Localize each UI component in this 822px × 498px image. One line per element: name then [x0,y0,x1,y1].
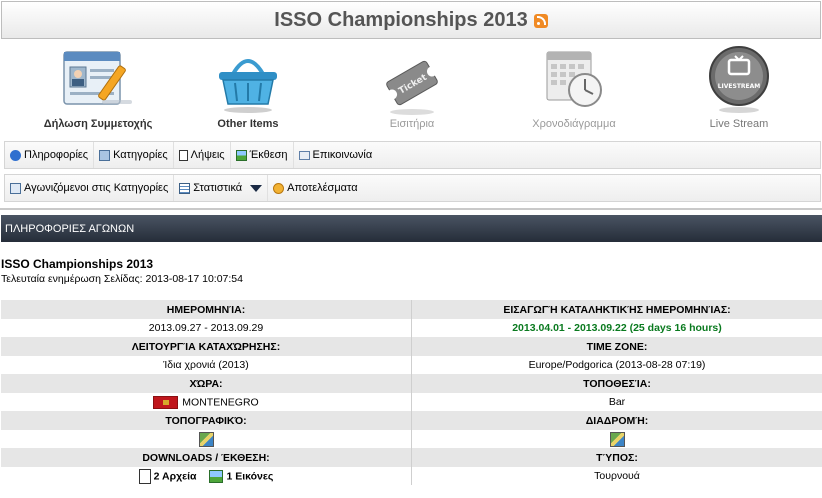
rss-feed-icon[interactable] [533,14,548,28]
section-title: ΠΛΗΡΟΦΟΡΙΕΣ ΑΓΩΝΩΝ [5,222,135,235]
nav-results-label: Αποτελέσματα [287,182,358,194]
info-icon [10,149,21,161]
nav-contact[interactable]: Επικοινωνία [294,142,378,168]
type-value: Τουρνουά [411,467,822,485]
schedule-calendar-clock-icon [546,51,602,107]
event-info-table: ΗΜΕΡΟΜΗΝΊΑ: ΕΙΣΑΓΩΓΉ ΚΑΤΑΛΗΚΤΙΚΉΣ ΗΜΕΡΟΜ… [1,300,822,485]
table-icon [179,182,191,194]
nav-info-label: Πληροφορίες [24,149,89,161]
nav-downloads-label: Λήψεις [190,149,225,161]
date-label: ΗΜΕΡΟΜΗΝΊΑ: [1,300,412,319]
mail-icon [298,150,310,160]
livestream-label: Live Stream [709,118,769,130]
divider [0,208,822,210]
country-label: ΧΏΡΑ: [1,374,412,393]
route-map-icon[interactable] [609,431,625,447]
nav-gallery[interactable]: Έκθεση [231,142,294,168]
image-icon [235,149,247,161]
nav-downloads[interactable]: Λήψεις [174,142,231,168]
deadline-label: ΕΙΣΑΓΩΓΉ ΚΑΤΑΛΗΚΤΙΚΉΣ ΗΜΕΡΟΜΗΝΊΑΣ: [411,300,822,319]
topographic-map-icon[interactable] [198,431,214,447]
results-nav-bar: Αγωνιζόμενοι στις Κατηγορίες Στατιστικά … [4,174,821,202]
downloads-files-link[interactable]: 2 Αρχεία [154,470,197,482]
location-label: ΤΟΠΟΘΕΣΊΑ: [411,374,822,393]
livestream-tv-icon: LIVESTREAM [709,46,769,113]
shopping-basket-icon [219,59,277,113]
event-title: ISSO Championships 2013 [1,257,154,271]
tickets-label: Εισιτήρια [389,118,435,130]
timezone-label: TIME ZONE: [411,337,822,356]
date-value: 2013.09.27 - 2013.09.29 [1,319,412,337]
svg-text:LIVESTREAM: LIVESTREAM [718,83,761,90]
nav-categories[interactable]: Κατηγορίες [94,142,174,168]
page-title: ISSO Championships 2013 [274,8,528,31]
medal-icon [273,182,285,194]
montenegro-flag-icon [153,395,179,409]
section-header: ΠΛΗΡΟΦΟΡΙΕΣ ΑΓΩΝΩΝ [1,215,822,242]
other-items-label: Other Items [217,118,279,130]
type-label: ΤΎΠΟΣ: [411,448,822,467]
topographic-label: ΤΟΠΟΓΡΑΦΙΚΌ: [1,411,412,430]
nav-categories-label: Κατηγορίες [113,149,168,161]
files-icon [138,468,151,484]
nav-statistics[interactable]: Στατιστικά [174,175,269,201]
ticket-icon: Ticket [386,60,438,115]
document-icon [178,149,188,161]
folder-icon [99,149,111,161]
downloads-images-link[interactable]: 1 Εικόνες [226,470,273,482]
location-value: Bar [411,393,822,411]
nav-info[interactable]: Πληροφορίες [5,142,95,168]
downloads-label: DOWNLOADS / ΈΚΘΕΣΗ: [1,448,412,467]
nav-competitors[interactable]: Αγωνιζόμενοι στις Κατηγορίες [5,175,175,201]
registration-form-icon [63,51,132,105]
nav-gallery-label: Έκθεση [249,149,288,161]
route-label: ΔΙΑΔΡΟΜΉ: [411,411,822,430]
timezone-value: Europe/Podgorica (2013-08-28 07:19) [411,356,822,374]
registration-mode-label: ΛΕΙΤΟΥΡΓΊΑ ΚΑΤΑΧΏΡΗΣΗΣ: [1,337,412,356]
nav-results[interactable]: Αποτελέσματα [268,175,362,201]
deadline-value: 2013.04.01 - 2013.09.22 (25 days 16 hour… [512,322,722,334]
nav-contact-label: Επικοινωνία [312,149,373,161]
schedule-label: Χρονοδιάγραμμα [532,118,616,130]
nav-statistics-label: Στατιστικά [193,182,243,194]
registration-label: Δήλωση Συμμετοχής [43,118,153,130]
registration-mode-value: Ίδια χρονιά (2013) [1,356,412,374]
info-nav-bar: Πληροφορίες Κατηγορίες Λήψεις Έκθεση Επι… [4,141,821,169]
page-header: ISSO Championships 2013 [1,1,821,39]
last-updated-text: Τελευταία ενημέρωση Σελίδας: 2013-08-17 … [1,273,243,285]
chevron-down-icon[interactable] [250,184,263,192]
nav-competitors-label: Αγωνιζόμενοι στις Κατηγορίες [24,182,169,194]
gallery-icon [209,469,224,483]
country-value: MONTENEGRO [182,395,259,408]
main-actions-bar: Δήλωση Συμμετοχής Other Items Ticket Εισ… [0,42,822,136]
edit-list-icon [10,182,21,194]
